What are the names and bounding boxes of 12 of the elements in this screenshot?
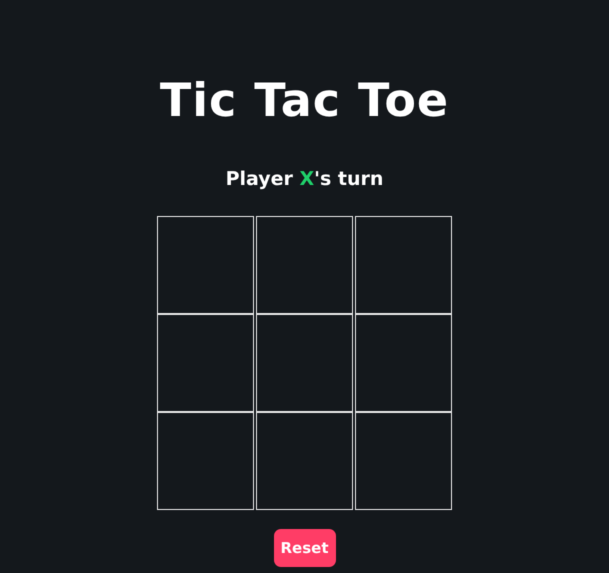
turn-status: Player X's turn bbox=[226, 167, 384, 192]
board-cell[interactable] bbox=[256, 314, 353, 412]
board-cell[interactable] bbox=[256, 412, 353, 510]
board-cell[interactable] bbox=[157, 216, 254, 314]
game-title: Tic Tac Toe bbox=[160, 72, 450, 129]
board-cell[interactable] bbox=[256, 216, 353, 314]
board-cell[interactable] bbox=[355, 216, 452, 314]
board-cell[interactable] bbox=[355, 314, 452, 412]
board-cell[interactable] bbox=[157, 412, 254, 510]
board-cell[interactable] bbox=[355, 412, 452, 510]
board-cell[interactable] bbox=[157, 314, 254, 412]
reset-button[interactable]: Reset bbox=[274, 529, 336, 567]
